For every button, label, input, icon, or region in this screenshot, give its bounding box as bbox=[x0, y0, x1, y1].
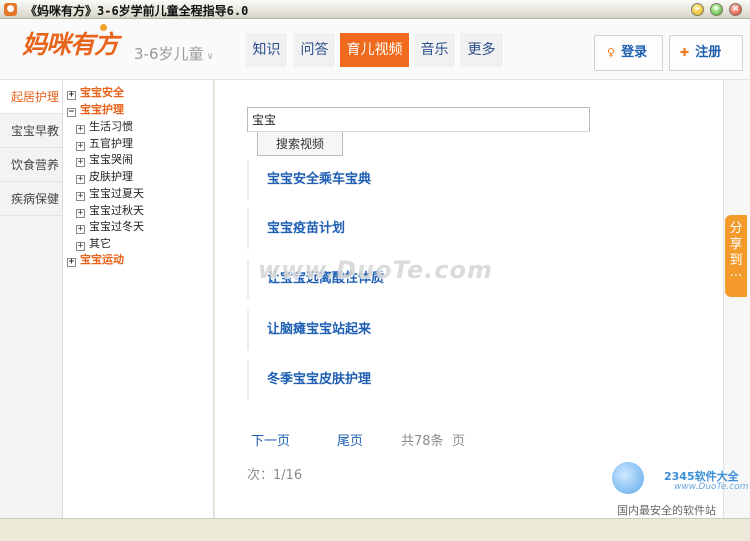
login-label: 登录 bbox=[621, 45, 648, 60]
last-page-link[interactable]: 尾页 bbox=[337, 430, 363, 449]
status-bar bbox=[0, 518, 750, 541]
video-results-panel: 搜索视频 宝宝安全乘车宝典 宝宝疫苗计划 让宝宝远离酸性体质 让脑瘫宝宝站起来 … bbox=[215, 80, 723, 518]
tree-node[interactable]: + 其它 bbox=[76, 236, 111, 252]
nav-tab-parenting-video[interactable]: 育儿视频 bbox=[340, 33, 410, 67]
right-scroll-strip[interactable] bbox=[723, 80, 750, 518]
expand-icon[interactable]: + bbox=[76, 225, 85, 234]
video-link[interactable]: 冬季宝宝皮肤护理 bbox=[247, 360, 707, 400]
expand-icon[interactable]: + bbox=[76, 209, 85, 218]
close-button[interactable]: × bbox=[729, 3, 742, 16]
tree-node[interactable]: + 宝宝过秋天 bbox=[76, 203, 144, 219]
expand-icon[interactable]: + bbox=[67, 258, 76, 267]
total-count: 共78条 bbox=[401, 434, 444, 449]
logo-dot bbox=[100, 24, 107, 31]
user-icon: ♀ bbox=[607, 46, 616, 59]
download-site-badge: 2345软件大全 www.DuoTe.com 国内最安全的软件站 bbox=[612, 462, 749, 517]
video-link[interactable]: 宝宝安全乘车宝典 bbox=[247, 160, 707, 200]
expand-icon[interactable]: + bbox=[76, 158, 85, 167]
login-button[interactable]: ♀ 登录 bbox=[594, 35, 663, 71]
sidebar-item-nutrition[interactable]: 饮食营养 bbox=[0, 148, 62, 182]
minimize-button[interactable]: – bbox=[691, 3, 704, 16]
tree-node-label: 皮肤护理 bbox=[89, 170, 133, 183]
sidebar-item-daily-care[interactable]: 起居护理 bbox=[0, 80, 62, 114]
nav-tab-knowledge[interactable]: 知识 bbox=[246, 33, 288, 67]
tree-node-label: 生活习惯 bbox=[89, 120, 133, 133]
share-label: 分享到 bbox=[729, 221, 743, 268]
topic-tree: + 宝宝安全 − 宝宝护理 + 生活习惯 + 五官护理 + 宝宝哭闹 + 皮肤护理 + 宝宝过… bbox=[63, 80, 214, 518]
app-header: 妈咪有方 3-6岁儿童 ∨ 知识 问答 育儿视频 音乐 更多 ♀ 登录 ✚ 注册 bbox=[0, 19, 750, 80]
register-button[interactable]: ✚ 注册 bbox=[669, 35, 743, 71]
page-suffix: 页 bbox=[452, 434, 466, 449]
collapse-icon[interactable]: − bbox=[67, 108, 76, 117]
age-selector[interactable]: 3-6岁儿童 ∨ bbox=[134, 43, 214, 64]
tree-node[interactable]: + 五官护理 bbox=[76, 136, 133, 152]
video-link[interactable]: 让脑瘫宝宝站起来 bbox=[247, 310, 707, 350]
expand-icon[interactable]: + bbox=[76, 142, 85, 151]
tree-node-label: 宝宝过秋天 bbox=[89, 204, 144, 217]
age-selector-label: 3-6岁儿童 bbox=[134, 45, 204, 63]
next-page-link[interactable]: 下一页 bbox=[251, 430, 290, 449]
video-link[interactable]: 宝宝疫苗计划 bbox=[247, 209, 707, 249]
nav-tab-qa[interactable]: 问答 bbox=[294, 33, 336, 67]
tree-node-label: 宝宝过夏天 bbox=[89, 187, 144, 200]
tree-node[interactable]: − 宝宝护理 bbox=[67, 102, 124, 118]
tree-node[interactable]: + 宝宝运动 bbox=[67, 252, 124, 268]
register-label: 注册 bbox=[695, 45, 722, 60]
tree-node-label: 宝宝安全 bbox=[80, 86, 124, 99]
expand-icon[interactable]: + bbox=[76, 175, 85, 184]
tree-node[interactable]: + 宝宝哭闹 bbox=[76, 152, 133, 168]
plus-icon: ✚ bbox=[680, 46, 690, 59]
maximize-button[interactable]: + bbox=[710, 3, 723, 16]
tree-node-label: 五官护理 bbox=[89, 137, 133, 150]
share-button[interactable]: 分享到 ··· bbox=[725, 215, 747, 297]
badge-tagline: 国内最安全的软件站 bbox=[617, 504, 716, 517]
nav-tab-music[interactable]: 音乐 bbox=[414, 33, 456, 67]
tree-node-label: 宝宝哭闹 bbox=[89, 153, 133, 166]
site-watermark: www.DuoTe.com bbox=[258, 256, 493, 284]
sidebar-item-health[interactable]: 疾病保健 bbox=[0, 182, 62, 216]
mascot-logo-icon bbox=[612, 462, 644, 494]
search-video-button[interactable]: 搜索视频 bbox=[257, 132, 343, 156]
page-indicator: 次：1/16 bbox=[247, 468, 303, 483]
tree-node[interactable]: + 宝宝安全 bbox=[67, 85, 124, 101]
expand-icon[interactable]: + bbox=[76, 125, 85, 134]
badge-url: www.DuoTe.com bbox=[674, 482, 749, 492]
tree-node-label: 宝宝过冬天 bbox=[89, 220, 144, 233]
expand-icon[interactable]: + bbox=[67, 91, 76, 100]
tree-node-label: 宝宝护理 bbox=[80, 103, 124, 116]
search-input[interactable] bbox=[247, 107, 590, 132]
window-title: 《妈咪有方》3-6岁学前儿童全程指导6.0 bbox=[25, 4, 249, 18]
tree-node-label: 其它 bbox=[89, 237, 111, 250]
nav-tab-more[interactable]: 更多 bbox=[460, 33, 504, 67]
tree-node[interactable]: + 生活习惯 bbox=[76, 119, 133, 135]
tree-node[interactable]: + 宝宝过夏天 bbox=[76, 186, 144, 202]
tree-node[interactable]: + 宝宝过冬天 bbox=[76, 219, 144, 235]
sidebar-item-early-education[interactable]: 宝宝早教 bbox=[0, 114, 62, 148]
category-sidebar: 起居护理 宝宝早教 饮食营养 疾病保健 bbox=[0, 80, 63, 518]
chevron-down-icon: ∨ bbox=[206, 51, 214, 62]
expand-icon[interactable]: + bbox=[76, 192, 85, 201]
more-dots-icon: ··· bbox=[729, 269, 743, 284]
app-icon: ● bbox=[4, 3, 17, 16]
expand-icon[interactable]: + bbox=[76, 242, 85, 251]
tree-node[interactable]: + 皮肤护理 bbox=[76, 169, 133, 185]
window-titlebar: ● 《妈咪有方》3-6岁学前儿童全程指导6.0 – + × bbox=[0, 0, 750, 19]
tree-node-label: 宝宝运动 bbox=[80, 253, 124, 266]
